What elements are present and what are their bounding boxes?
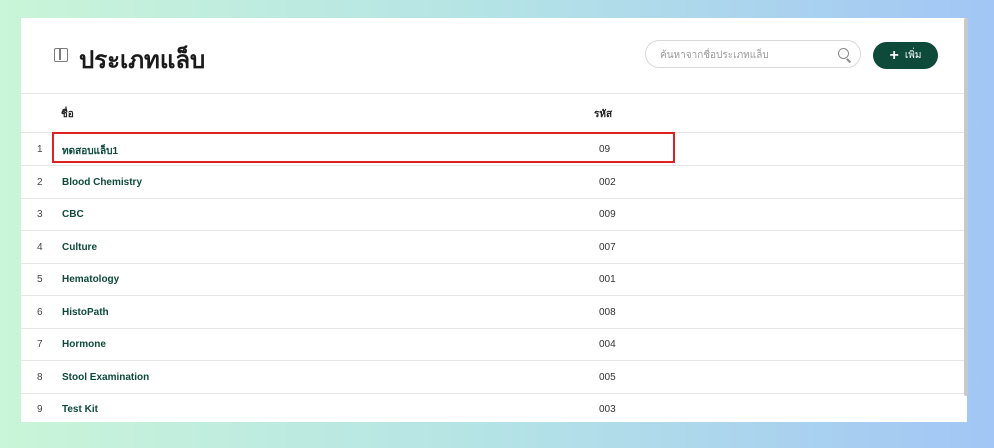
row-name[interactable]: Blood Chemistry (62, 177, 142, 188)
search-box[interactable] (645, 40, 861, 68)
add-button[interactable]: + เพิ่ม (873, 42, 938, 69)
row-code: 007 (599, 241, 616, 253)
row-index: 3 (37, 209, 43, 220)
row-name[interactable]: HistoPath (62, 307, 109, 318)
table-header: ชื่อ รหัส (21, 93, 967, 133)
search-input[interactable] (658, 46, 832, 64)
plus-icon: + (889, 46, 899, 64)
row-code: 008 (599, 306, 616, 318)
add-button-label: เพิ่ม (904, 50, 922, 61)
page-header: ประเภทแล็บ + เพิ่ม (21, 18, 967, 94)
table-row[interactable]: 4 Culture 007 (21, 231, 967, 264)
table-row[interactable]: 8 Stool Examination 005 (21, 361, 967, 394)
table-row[interactable]: 9 Test Kit 003 (21, 393, 967, 422)
row-code: 09 (599, 144, 611, 155)
row-code: 004 (599, 339, 616, 350)
row-name[interactable]: Culture (62, 242, 97, 253)
row-name[interactable]: Hormone (62, 339, 106, 350)
row-code: 003 (599, 404, 616, 415)
table-row[interactable]: 1 ทดสอบแล็บ1 09 (21, 133, 967, 166)
column-header-name[interactable]: ชื่อ (61, 107, 74, 122)
row-name[interactable]: Hematology (62, 274, 119, 285)
row-index: 8 (37, 371, 43, 383)
row-index: 4 (37, 241, 43, 253)
lab-type-card: ประเภทแล็บ + เพิ่ม ชื่อ รหัส 1 ทดสอบแล็บ1… (21, 18, 967, 422)
row-name[interactable]: ทดสอบแล็บ1 (62, 144, 118, 159)
row-code: 001 (599, 274, 616, 285)
row-index: 7 (37, 339, 43, 350)
table-row[interactable]: 2 Blood Chemistry 002 (21, 166, 967, 199)
row-name[interactable]: Stool Examination (62, 372, 149, 383)
row-index: 6 (37, 306, 43, 318)
row-name[interactable]: Test Kit (62, 404, 98, 415)
column-header-code[interactable]: รหัส (594, 107, 612, 122)
row-index: 1 (37, 144, 43, 155)
row-name[interactable]: CBC (62, 209, 84, 220)
page-title: ประเภทแล็บ (79, 47, 206, 74)
scrollbar[interactable] (964, 18, 968, 396)
table-row[interactable]: 6 HistoPath 008 (21, 296, 967, 329)
table-row[interactable]: 7 Hormone 004 (21, 328, 967, 361)
table-row[interactable]: 5 Hematology 001 (21, 263, 967, 296)
row-index: 5 (37, 274, 43, 285)
row-code: 002 (599, 176, 616, 188)
row-code: 005 (599, 371, 616, 383)
row-index: 2 (37, 176, 43, 188)
sidebar-panel-icon[interactable] (54, 48, 68, 62)
search-icon[interactable] (838, 48, 849, 59)
row-code: 009 (599, 209, 616, 220)
row-index: 9 (37, 404, 43, 415)
table-row[interactable]: 3 CBC 009 (21, 198, 967, 231)
